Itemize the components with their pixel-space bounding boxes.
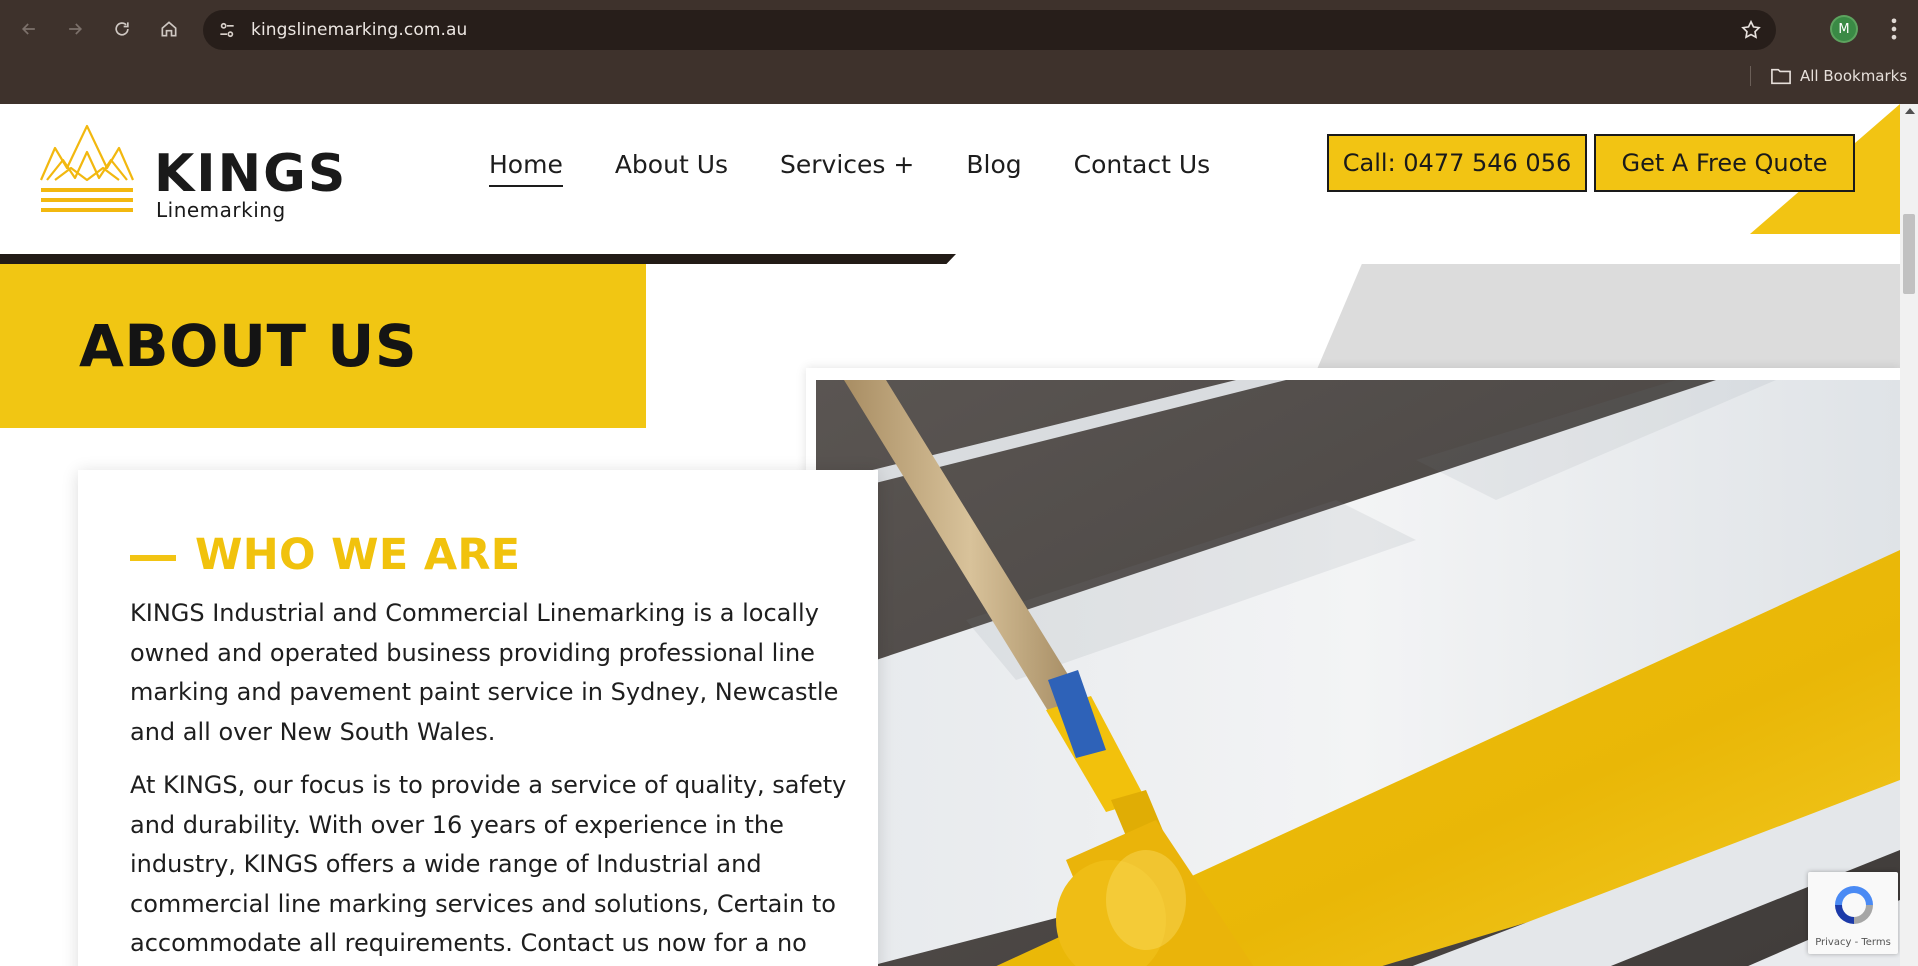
scroll-up-arrow-icon[interactable] [1905,108,1915,114]
about-paragraph-2: At KINGS, our focus is to provide a serv… [130,771,847,957]
kings-logo[interactable]: KINGS Linemarking [37,122,347,222]
about-banner: ABOUT US [0,264,646,428]
recaptcha-icon [1835,886,1873,924]
nav-home[interactable]: Home [489,150,563,187]
nav-blog[interactable]: Blog [966,150,1021,187]
site-header: KINGS Linemarking Home About Us Services… [0,104,1900,254]
page-viewport: KINGS Linemarking Home About Us Services… [0,104,1918,966]
site-settings-icon[interactable] [217,20,237,40]
recaptcha-links[interactable]: Privacy - Terms [1808,937,1898,948]
heading-accent-rule [130,555,176,561]
recaptcha-badge[interactable]: Privacy - Terms [1808,872,1898,954]
forward-arrow-icon[interactable] [58,12,92,46]
all-bookmarks-button[interactable]: All Bookmarks [1770,64,1907,88]
who-we-are-heading: WHO WE ARE [195,530,521,580]
browser-chrome: kingslinemarking.com.au M All Bookmarks [0,0,1918,104]
all-bookmarks-label: All Bookmarks [1800,67,1908,85]
profile-avatar[interactable]: M [1832,17,1856,41]
call-button[interactable]: Call: 0477 546 056 [1327,134,1587,192]
bookmarks-separator [1750,66,1751,86]
main-navigation: Home About Us Services + Blog Contact Us [489,150,1262,187]
decorative-dark-band [0,254,956,264]
nav-services[interactable]: Services + [780,150,914,187]
reload-icon[interactable] [105,12,139,46]
nav-contact-us[interactable]: Contact Us [1074,150,1211,187]
scrollbar-thumb[interactable] [1903,214,1915,294]
who-we-are-card: WHO WE ARE KINGS Industrial and Commerci… [78,470,878,966]
line-marking-photo [816,380,1900,966]
logo-wordmark: KINGS [154,144,348,204]
decorative-grey-stripe [1315,264,1900,374]
about-paragraph-1: KINGS Industrial and Commercial Linemark… [130,599,839,746]
home-icon[interactable] [152,12,186,46]
kebab-menu-icon[interactable] [1880,14,1908,44]
folder-icon [1771,68,1791,85]
nav-about-us[interactable]: About Us [615,150,728,187]
url-text[interactable]: kingslinemarking.com.au [251,20,467,40]
back-arrow-icon[interactable] [12,12,46,46]
free-quote-button[interactable]: Get A Free Quote [1594,134,1855,192]
page-title: ABOUT US [79,312,418,380]
crown-logo-icon [39,124,135,212]
logo-subtitle: Linemarking [156,198,286,222]
bookmark-star-icon[interactable] [1740,19,1762,41]
address-bar[interactable]: kingslinemarking.com.au [203,10,1776,50]
page-scrollbar[interactable] [1900,104,1918,966]
